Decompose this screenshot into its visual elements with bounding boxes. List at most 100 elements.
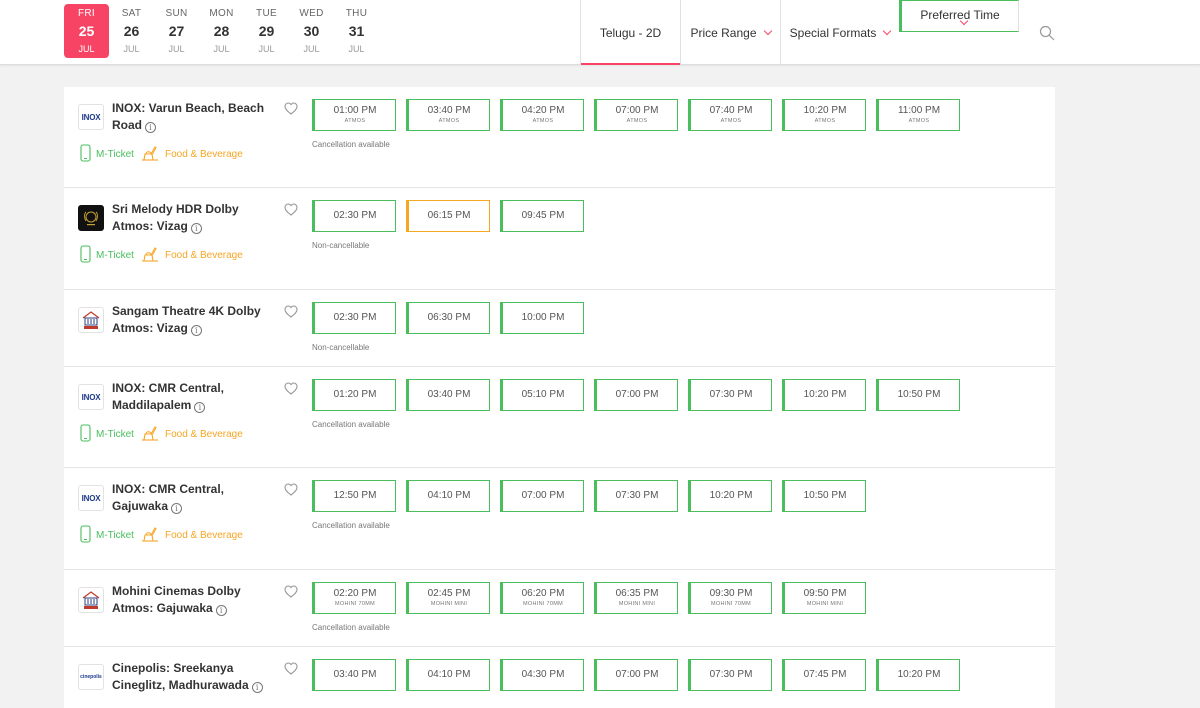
showtime-time: 03:40 PM [427, 105, 471, 116]
info-icon[interactable]: i [194, 402, 206, 413]
venue-name-text: INOX: Varun Beach, Beach Road [112, 101, 265, 132]
showtime-button[interactable]: 02:30 PM [312, 302, 396, 334]
favorite-heart-icon[interactable] [284, 305, 298, 319]
date-31[interactable]: THU 31 JUL [334, 4, 379, 58]
showtime-button[interactable]: 09:50 PM MOHINI MINI [782, 582, 866, 614]
showtime-button[interactable]: 11:00 PM ATMOS [876, 99, 960, 131]
date-25[interactable]: FRI 25 JUL [64, 4, 109, 58]
showtime-button[interactable]: 10:20 PM [688, 480, 772, 512]
language-filter[interactable]: Telugu - 2D [580, 0, 680, 65]
showtime-time: 07:00 PM [615, 389, 659, 400]
showtime-button[interactable]: 03:40 PM [406, 379, 490, 411]
info-icon[interactable]: i [190, 325, 202, 336]
showtime-button[interactable]: 02:20 PM MOHINI 70MM [312, 582, 396, 614]
showtime-button[interactable]: 04:10 PM [406, 480, 490, 512]
venue-name[interactable]: INOX: CMR Central, Gajuwaka i [112, 481, 282, 515]
special-formats-label: Special Formats [789, 25, 877, 40]
showtime-button[interactable]: 06:15 PM [406, 200, 490, 232]
preferred-time-filter[interactable]: Preferred Time [899, 0, 1019, 32]
showtime-button[interactable]: 02:45 PM MOHINI MINI [406, 582, 490, 614]
showtime-button[interactable]: 03:40 PM ATMOS [406, 99, 490, 131]
favorite-heart-icon[interactable] [284, 102, 298, 116]
showtime-button[interactable]: 06:35 PM MOHINI MINI [594, 582, 678, 614]
showtime-button[interactable]: 10:20 PM [782, 379, 866, 411]
showtime-button[interactable]: 12:50 PM [312, 480, 396, 512]
showtime-format: ATMOS [532, 118, 554, 124]
favorite-heart-icon[interactable] [284, 662, 298, 676]
inox-logo: INOX [78, 485, 104, 511]
showtime-button[interactable]: 07:30 PM [688, 659, 772, 691]
showtime-button[interactable]: 07:40 PM ATMOS [688, 99, 772, 131]
favorite-heart-icon[interactable] [284, 382, 298, 396]
date-day: 27 [168, 23, 185, 39]
mobile-icon [80, 424, 96, 445]
info-icon[interactable]: i [145, 122, 156, 133]
price-range-filter[interactable]: Price Range [680, 0, 780, 65]
showtime-button[interactable]: 09:45 PM [500, 200, 584, 232]
date-28[interactable]: MON 28 JUL [199, 4, 244, 58]
info-icon[interactable]: i [215, 605, 227, 616]
showtime-time: 06:30 PM [427, 312, 471, 323]
showtime-time: 02:30 PM [333, 210, 377, 221]
showtime-format: ATMOS [908, 118, 930, 124]
date-26[interactable]: SAT 26 JUL [109, 4, 154, 58]
showtime-button[interactable]: 07:45 PM [782, 659, 866, 691]
showtime-button[interactable]: 05:10 PM [500, 379, 584, 411]
venue-name[interactable]: Sri Melody HDR Dolby Atmos: Vizag i [112, 201, 282, 235]
date-29[interactable]: TUE 29 JUL [244, 4, 289, 58]
cancellation-note: Cancellation available [312, 140, 390, 149]
info-icon[interactable]: i [171, 503, 183, 514]
cancellation-note: Cancellation available [312, 420, 390, 429]
showtime-button[interactable]: 02:30 PM [312, 200, 396, 232]
date-weekday: MON [209, 8, 234, 19]
showtime-time: 10:00 PM [521, 312, 565, 323]
showtime-button[interactable]: 01:00 PM ATMOS [312, 99, 396, 131]
date-day: 28 [213, 23, 230, 39]
cancellation-note: Cancellation available [312, 521, 390, 530]
favorite-heart-icon[interactable] [284, 203, 298, 217]
venue-name[interactable]: Cinepolis: Sreekanya Cineglitz, Madhuraw… [112, 660, 282, 694]
venue-name[interactable]: Mohini Cinemas Dolby Atmos: Gajuwaka i [112, 583, 282, 617]
venue-name[interactable]: Sangam Theatre 4K Dolby Atmos: Vizag i [112, 303, 282, 337]
showtime-button[interactable]: 10:00 PM [500, 302, 584, 334]
showtime-button[interactable]: 07:00 PM [500, 480, 584, 512]
food-icon [140, 525, 165, 546]
showtime-button[interactable]: 03:40 PM [312, 659, 396, 691]
showtime-button[interactable]: 07:00 PM [594, 379, 678, 411]
venue-name-text: INOX: CMR Central, Maddilapalem [112, 381, 225, 412]
special-formats-filter[interactable]: Special Formats [780, 0, 899, 65]
search-button[interactable] [1029, 0, 1065, 65]
showtime-button[interactable]: 07:30 PM [688, 379, 772, 411]
showtime-button[interactable]: 04:30 PM [500, 659, 584, 691]
showtime-button[interactable]: 04:20 PM ATMOS [500, 99, 584, 131]
date-month: JUL [258, 44, 275, 54]
date-day: 31 [348, 23, 365, 39]
showtime-button[interactable]: 06:20 PM MOHINI 70MM [500, 582, 584, 614]
showtime-button[interactable]: 01:20 PM [312, 379, 396, 411]
food-beverage: Food & Beverage [140, 525, 243, 546]
showtime-button[interactable]: 09:30 PM MOHINI 70MM [688, 582, 772, 614]
showtime-button[interactable]: 10:50 PM [876, 379, 960, 411]
showtime-button[interactable]: 07:00 PM [594, 659, 678, 691]
showtime-button[interactable]: 07:30 PM [594, 480, 678, 512]
showtime-time: 03:40 PM [333, 669, 377, 680]
date-weekday: TUE [256, 8, 277, 19]
showtime-button[interactable]: 10:20 PM [876, 659, 960, 691]
venue-name[interactable]: INOX: Varun Beach, Beach Road i [112, 100, 282, 134]
showtime-button[interactable]: 07:00 PM ATMOS [594, 99, 678, 131]
cinema-logo [78, 587, 104, 613]
showtime-button[interactable]: 04:10 PM [406, 659, 490, 691]
info-icon[interactable]: i [251, 682, 263, 693]
showtime-button[interactable]: 06:30 PM [406, 302, 490, 334]
showtime-button[interactable]: 10:50 PM [782, 480, 866, 512]
date-30[interactable]: WED 30 JUL [289, 4, 334, 58]
logo-text: INOX [81, 493, 101, 503]
date-27[interactable]: SUN 27 JUL [154, 4, 199, 58]
showtime-button[interactable]: 10:20 PM ATMOS [782, 99, 866, 131]
venue-name-text: Sri Melody HDR Dolby Atmos: Vizag [112, 202, 239, 233]
favorite-heart-icon[interactable] [284, 585, 298, 599]
venue-name[interactable]: INOX: CMR Central, Maddilapalem i [112, 380, 282, 414]
info-icon[interactable]: i [190, 223, 202, 234]
venue-name-text: Sangam Theatre 4K Dolby Atmos: Vizag [112, 304, 261, 335]
favorite-heart-icon[interactable] [284, 483, 298, 497]
